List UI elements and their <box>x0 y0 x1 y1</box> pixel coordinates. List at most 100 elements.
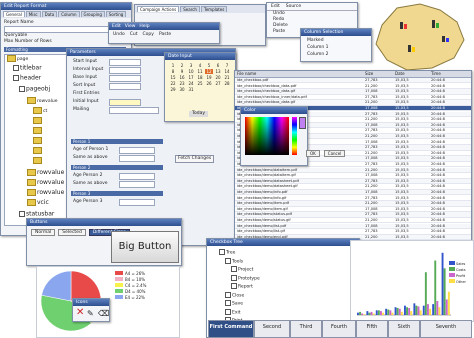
submenu-item-column2[interactable]: Column 2 <box>301 51 371 58</box>
calendar-day[interactable]: 10 <box>187 69 195 74</box>
checkbox-icon[interactable] <box>231 283 237 289</box>
tree-item[interactable]: Save <box>225 300 260 309</box>
fetch-changes-button[interactable]: Fetch Changes <box>175 155 215 163</box>
calendar-day[interactable]: 27 <box>214 81 222 86</box>
start-input[interactable] <box>109 59 141 66</box>
checkbox-icon[interactable] <box>225 308 231 315</box>
calendar-day[interactable]: 14 <box>223 69 231 74</box>
table-row[interactable]: ide_checkbox/demo/item.gif 17,008 15,03,5 2… <box>235 207 471 213</box>
calendar-day[interactable]: 3 <box>187 63 195 68</box>
today-button[interactable]: Today <box>189 111 209 117</box>
tree-item[interactable]: Report <box>231 283 260 292</box>
map-widget[interactable] <box>362 0 472 75</box>
color-spectrum[interactable] <box>245 117 289 155</box>
calendar-day[interactable]: 4 <box>196 63 204 68</box>
tree-item[interactable]: Prototype <box>231 274 260 284</box>
cut-button[interactable]: Cut <box>130 32 138 37</box>
person2-same-input[interactable] <box>119 181 155 188</box>
checkbox-icon[interactable] <box>231 274 237 281</box>
mailing-select[interactable] <box>109 107 159 114</box>
menu-edit-top[interactable]: Edit <box>271 4 280 9</box>
tree-node[interactable]: vcic <box>27 199 49 206</box>
tree-node[interactable]: rowvalue <box>27 169 64 176</box>
tab-second[interactable]: Second <box>254 320 290 338</box>
calendar-day[interactable]: 24 <box>187 81 195 86</box>
person3-age-input[interactable] <box>119 199 155 206</box>
tree-item[interactable]: Tree <box>219 249 260 258</box>
tree-item[interactable]: Exit <box>225 308 260 318</box>
tree-node[interactable]: pageobj <box>19 86 50 93</box>
tree-node[interactable]: header <box>13 75 41 82</box>
table-row[interactable]: ide_checkbox/checkbox_data.gif 17,008 15,0… <box>235 89 471 95</box>
table-row[interactable]: ide_checkbox/demo/datasheet.pdf 27,783 15,… <box>235 178 471 185</box>
tree-node[interactable]: rowvalue <box>27 97 57 105</box>
calendar-day[interactable]: 26 <box>205 81 213 86</box>
tree-node[interactable] <box>33 157 43 165</box>
calendar-day[interactable]: 19 <box>205 75 213 80</box>
cancel-button[interactable]: Cancel <box>323 150 346 157</box>
tree-item[interactable]: Project <box>231 266 260 275</box>
tab-data[interactable]: Data <box>41 11 58 17</box>
table-row[interactable]: ide_checkbox/demo/status.pdf 27,783 15,03,… <box>235 212 471 218</box>
menu-source-top[interactable]: Source <box>286 4 301 9</box>
col-header-size[interactable]: Size <box>365 71 373 77</box>
tree-node[interactable]: statusbar <box>19 211 54 218</box>
table-row[interactable]: ide_checkbox/demo/dataitem.pdf 21,200 15,0… <box>235 167 471 173</box>
sort-input[interactable] <box>109 83 141 90</box>
submenu-item-column1[interactable]: Column 1 <box>301 44 371 51</box>
tree-node[interactable]: page <box>7 55 28 63</box>
selected-button[interactable]: Selected <box>58 229 86 236</box>
calendar-day[interactable]: 23 <box>178 81 186 86</box>
table-row[interactable]: ide_checkbox/checkbox_data.pdf 21,200 15,0… <box>235 84 471 89</box>
person1-age-input[interactable] <box>119 147 155 154</box>
tree-item[interactable]: Tools <box>225 257 260 267</box>
calendar-day[interactable]: 18 <box>196 75 204 80</box>
person2-age-input[interactable] <box>119 173 155 180</box>
menu-help[interactable]: Help <box>139 23 149 30</box>
tab-misc[interactable]: Misc <box>25 11 41 17</box>
base-input[interactable] <box>109 75 141 82</box>
table-row[interactable]: ide_checkbox/demo/dataitem.gif 17,008 15,0… <box>235 173 471 179</box>
calendar-day[interactable]: 12 <box>205 69 213 74</box>
ok-button[interactable]: OK <box>306 150 320 157</box>
calendar-day[interactable]: 22 <box>169 81 177 86</box>
submenu-item-marked[interactable]: Marked <box>301 37 371 44</box>
report-name-input[interactable] <box>4 26 116 33</box>
tab-grouping[interactable]: Grouping <box>80 11 105 17</box>
checkbox-icon[interactable] <box>225 257 231 264</box>
table-row[interactable]: ide_checkbox.pdf 27,783 15,03,5 20:44:8 <box>235 78 471 84</box>
close-icon[interactable]: ✕ <box>76 307 84 319</box>
hue-slider[interactable] <box>292 117 297 155</box>
checkbox-icon[interactable] <box>231 266 237 272</box>
big-button[interactable]: Big Button <box>111 231 179 263</box>
tab-fifth[interactable]: Fifth <box>356 320 388 338</box>
tab-first-command[interactable]: First Command <box>208 320 254 338</box>
normal-button[interactable]: Normal <box>31 229 56 236</box>
copy-button[interactable]: Copy <box>143 32 154 37</box>
table-row[interactable]: ide_checkbox/demo/list.pdf 17,008 15,03,5 2… <box>235 223 471 229</box>
tab-search[interactable]: Search <box>180 6 200 12</box>
calendar-day[interactable]: 5 <box>205 63 213 68</box>
tree-node[interactable] <box>33 127 43 135</box>
calendar-day[interactable]: 7 <box>223 63 231 68</box>
tree-node[interactable] <box>33 117 43 125</box>
calendar-day[interactable]: 21 <box>223 75 231 80</box>
tree-node[interactable] <box>33 147 43 155</box>
tab-templates[interactable]: Templates <box>200 6 228 12</box>
calendar-day[interactable]: 17 <box>187 75 195 80</box>
calendar-day[interactable]: 15 <box>169 75 177 80</box>
tab-sorting[interactable]: Sorting <box>105 11 127 17</box>
tab-general[interactable]: General <box>3 11 25 17</box>
table-row[interactable]: ide_checkbox/checkbox_data.gif 21,200 15,0… <box>235 100 471 106</box>
tab-campaign[interactable]: Campaign Actions <box>137 6 180 12</box>
pen-icon[interactable]: ✎ <box>87 308 94 320</box>
trash-icon[interactable]: ⌫ <box>98 308 109 320</box>
undo-button[interactable]: Undo <box>113 32 125 37</box>
tab-third[interactable]: Third <box>290 320 322 338</box>
col-header-date[interactable]: Date <box>395 71 405 77</box>
interval-input[interactable] <box>109 67 141 74</box>
calendar-day[interactable]: 1 <box>169 63 177 68</box>
calendar-day[interactable]: 25 <box>196 81 204 86</box>
tree-node[interactable]: titlebar <box>13 65 42 72</box>
calendar-day[interactable]: 16 <box>178 75 186 80</box>
